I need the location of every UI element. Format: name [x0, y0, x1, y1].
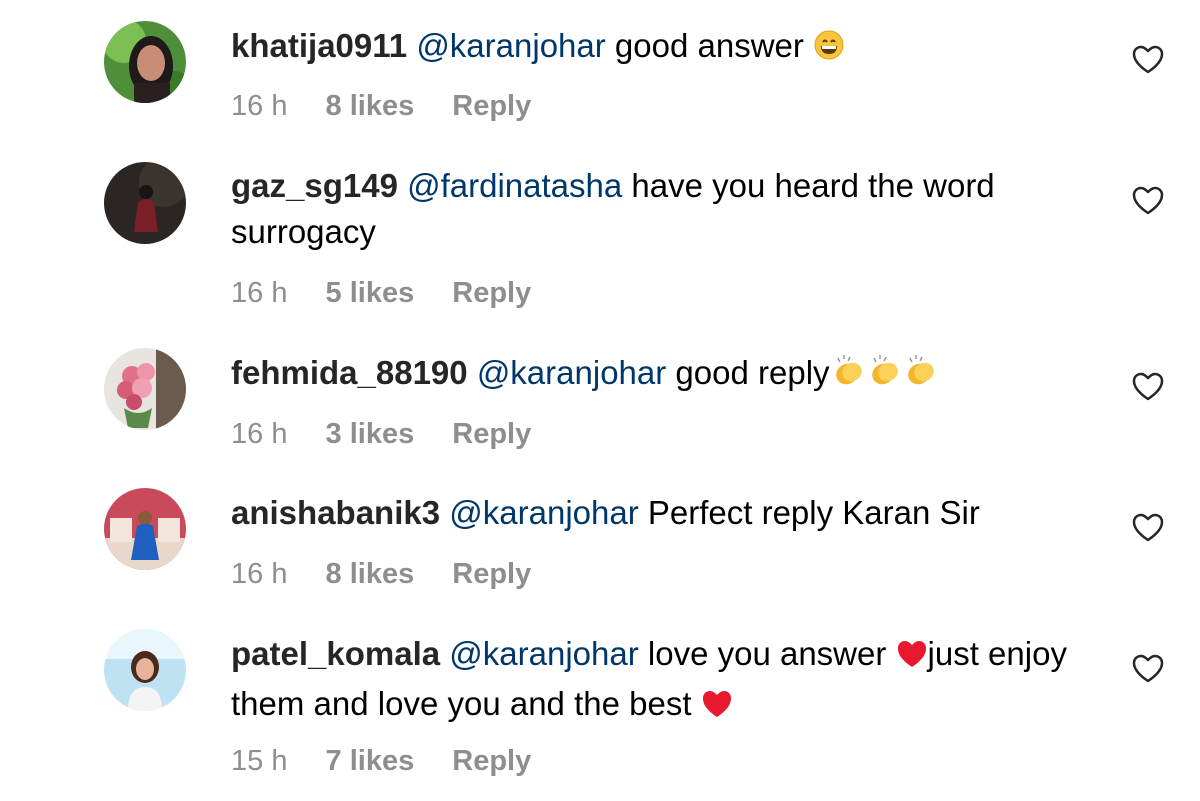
comment-mention[interactable]: @fardinatasha [407, 167, 622, 204]
avatar-woman-smiling-icon [104, 629, 186, 711]
heart-outline-icon[interactable] [1132, 372, 1164, 402]
red-heart-icon [701, 685, 733, 731]
comment-mention[interactable]: @karanjohar [477, 354, 666, 391]
avatar-flowers-icon [104, 348, 186, 430]
avatar-dark-figure-icon [104, 162, 186, 244]
avatar[interactable] [104, 162, 186, 244]
comment-username[interactable]: anishabanik3 [231, 494, 440, 531]
comment-likes[interactable]: 8 likes [326, 558, 415, 590]
comment-likes[interactable]: 8 likes [326, 90, 415, 122]
avatar-woman-portrait-icon [104, 21, 186, 103]
comment-mention[interactable]: @karanjohar [449, 635, 638, 672]
comment-meta: 15 h 7 likes Reply [231, 745, 561, 778]
comment-message: good reply [666, 354, 830, 391]
comment-time: 16 h [231, 277, 288, 309]
clapping-hands-icon [830, 352, 938, 400]
comment-text: anishabanik3 @karanjohar Perfect reply K… [231, 490, 1111, 536]
comment-username[interactable]: gaz_sg149 [231, 167, 398, 204]
avatar[interactable] [104, 488, 186, 570]
reply-button[interactable]: Reply [452, 90, 531, 122]
reply-button[interactable]: Reply [452, 418, 531, 450]
comment-message: Perfect reply Karan Sir [638, 494, 980, 531]
comment-message: love you answer [638, 635, 896, 672]
comment-time: 15 h [231, 745, 288, 777]
comment-text: patel_komala @karanjohar love you answer… [231, 631, 1111, 731]
comment-meta: 16 h 8 likes Reply [231, 90, 561, 123]
comment-time: 16 h [231, 418, 288, 450]
reply-button[interactable]: Reply [452, 745, 531, 777]
reply-button[interactable]: Reply [452, 558, 531, 590]
heart-outline-icon[interactable] [1132, 513, 1164, 543]
comment-likes[interactable]: 5 likes [326, 277, 415, 309]
comment-mention[interactable]: @karanjohar [449, 494, 638, 531]
comment-time: 16 h [231, 90, 288, 122]
comment-time: 16 h [231, 558, 288, 590]
comment-text: khatija0911 @karanjohar good answer [231, 23, 1111, 73]
comment-likes[interactable]: 3 likes [326, 418, 415, 450]
comments-list: khatija0911 @karanjohar good answer 16 h… [0, 0, 1200, 801]
heart-outline-icon[interactable] [1132, 654, 1164, 684]
heart-outline-icon[interactable] [1132, 45, 1164, 75]
avatar[interactable] [104, 348, 186, 430]
comment-text: fehmida_88190 @karanjohar good reply [231, 350, 1111, 400]
comment-likes[interactable]: 7 likes [326, 745, 415, 777]
avatar-person-in-blue-icon [104, 488, 186, 570]
comment-mention[interactable]: @karanjohar [416, 27, 605, 64]
comment-message: good answer [605, 27, 804, 64]
comment-meta: 16 h 3 likes Reply [231, 418, 561, 451]
comment-username[interactable]: patel_komala [231, 635, 440, 672]
avatar[interactable] [104, 629, 186, 711]
reply-button[interactable]: Reply [452, 277, 531, 309]
red-heart-icon [896, 635, 928, 681]
heart-outline-icon[interactable] [1132, 186, 1164, 216]
comment-text: gaz_sg149 @fardinatasha have you heard t… [231, 163, 1111, 255]
comment-username[interactable]: khatija0911 [231, 27, 407, 64]
grinning-face-icon [813, 27, 845, 73]
comment-username[interactable]: fehmida_88190 [231, 354, 468, 391]
comment-meta: 16 h 5 likes Reply [231, 277, 561, 310]
comment-meta: 16 h 8 likes Reply [231, 558, 561, 591]
avatar[interactable] [104, 21, 186, 103]
